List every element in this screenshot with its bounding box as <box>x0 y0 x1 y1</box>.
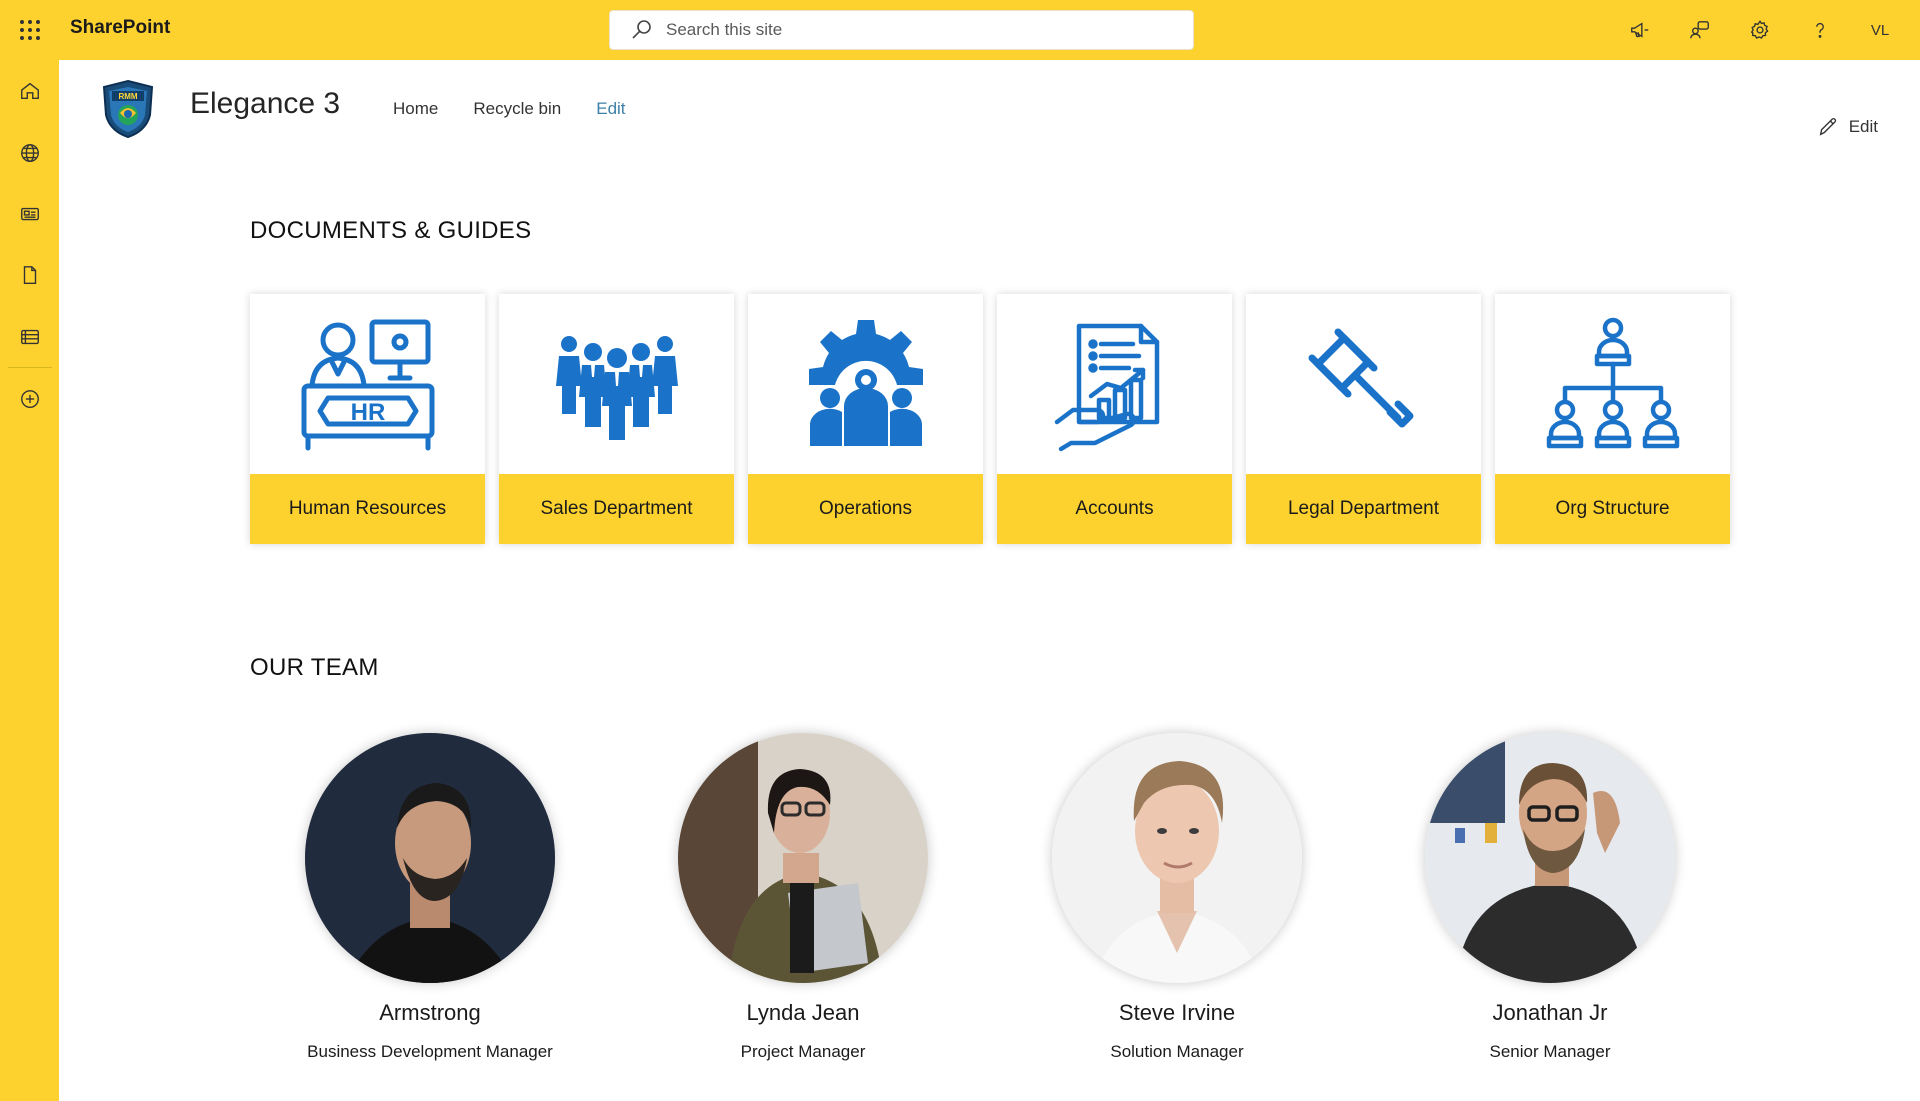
user-initials: VL <box>1870 21 1890 39</box>
tile-operations[interactable]: Operations <box>748 294 983 544</box>
app-name[interactable]: SharePoint <box>70 17 170 39</box>
rail-divider <box>8 367 52 368</box>
report-chart-icon <box>1054 323 1159 452</box>
member-role: Solution Manager <box>1110 1042 1244 1061</box>
add-circle-icon[interactable] <box>10 379 50 419</box>
news-icon[interactable] <box>10 194 50 234</box>
settings-gear-icon[interactable] <box>1730 10 1790 50</box>
documents-heading: DOCUMENTS & GUIDES <box>250 217 532 244</box>
nav-link-home[interactable]: Home <box>393 99 438 119</box>
tile-accounts[interactable]: Accounts <box>997 294 1232 544</box>
member-name: Armstrong <box>379 1000 481 1025</box>
tile-label: Org Structure <box>1495 474 1730 544</box>
document-tiles: HR Human Resources Sales Department Oper… <box>250 294 1744 544</box>
home-icon[interactable] <box>10 71 50 111</box>
megaphone-icon[interactable] <box>1610 10 1670 50</box>
tile-label: Operations <box>748 474 983 544</box>
member-role: Project Manager <box>740 1042 866 1061</box>
hr-icon-text: HR <box>350 399 385 426</box>
hr-desk-icon: HR <box>301 319 434 451</box>
tile-org-structure[interactable]: Org Structure <box>1495 294 1730 544</box>
logo-text: RMM <box>118 92 137 101</box>
app-bar <box>0 60 59 1101</box>
tile-label: Legal Department <box>1246 474 1481 544</box>
member-role: Senior Manager <box>1489 1042 1611 1061</box>
chat-icon[interactable] <box>1670 10 1730 50</box>
team-member[interactable]: Armstrong Business Development Manager <box>305 733 555 1062</box>
member-photo <box>678 733 928 983</box>
team-member[interactable]: Jonathan Jr Senior Manager <box>1425 733 1675 1062</box>
user-avatar[interactable]: VL <box>1850 10 1910 50</box>
globe-icon[interactable] <box>10 133 50 173</box>
member-role: Business Development Manager <box>307 1042 553 1061</box>
tile-label: Sales Department <box>499 474 734 544</box>
org-chart-icon <box>1546 317 1679 449</box>
nav-edit-link[interactable]: Edit <box>596 99 625 119</box>
help-icon[interactable] <box>1790 10 1850 50</box>
member-name: Steve Irvine <box>1118 1000 1236 1025</box>
site-title[interactable]: Elegance 3 <box>190 87 340 121</box>
tile-sales-department[interactable]: Sales Department <box>499 294 734 544</box>
member-photo <box>1425 733 1675 983</box>
search-input[interactable] <box>666 20 1146 40</box>
gear-team-icon <box>808 320 923 446</box>
edit-page-button[interactable]: Edit <box>1817 116 1878 138</box>
member-photo <box>1052 733 1302 983</box>
search-box[interactable] <box>609 10 1194 50</box>
team-heading: OUR TEAM <box>250 654 379 681</box>
team-member[interactable]: Lynda Jean Project Manager <box>678 733 928 1062</box>
suite-bar: SharePoint VL <box>0 0 1920 60</box>
list-icon[interactable] <box>10 317 50 357</box>
site-navigation: Home Recycle bin Edit <box>393 99 626 119</box>
tile-human-resources[interactable]: HR Human Resources <box>250 294 485 544</box>
gavel-icon <box>1308 328 1413 428</box>
edit-page-label: Edit <box>1848 117 1878 136</box>
tile-legal-department[interactable]: Legal Department <box>1246 294 1481 544</box>
team-people-icon <box>555 336 678 440</box>
member-name: Lynda Jean <box>746 1000 860 1025</box>
pencil-icon <box>1819 118 1836 136</box>
tile-label: Accounts <box>997 474 1232 544</box>
team-member[interactable]: Steve Irvine Solution Manager <box>1052 733 1302 1062</box>
site-logo[interactable]: RMM <box>100 79 156 139</box>
file-icon[interactable] <box>10 255 50 295</box>
member-photo <box>305 733 555 983</box>
nav-link-recycle-bin[interactable]: Recycle bin <box>473 99 561 119</box>
search-icon <box>632 20 651 39</box>
tile-label: Human Resources <box>250 474 485 544</box>
member-name: Jonathan Jr <box>1492 1000 1608 1025</box>
app-launcher-icon[interactable] <box>14 14 46 46</box>
